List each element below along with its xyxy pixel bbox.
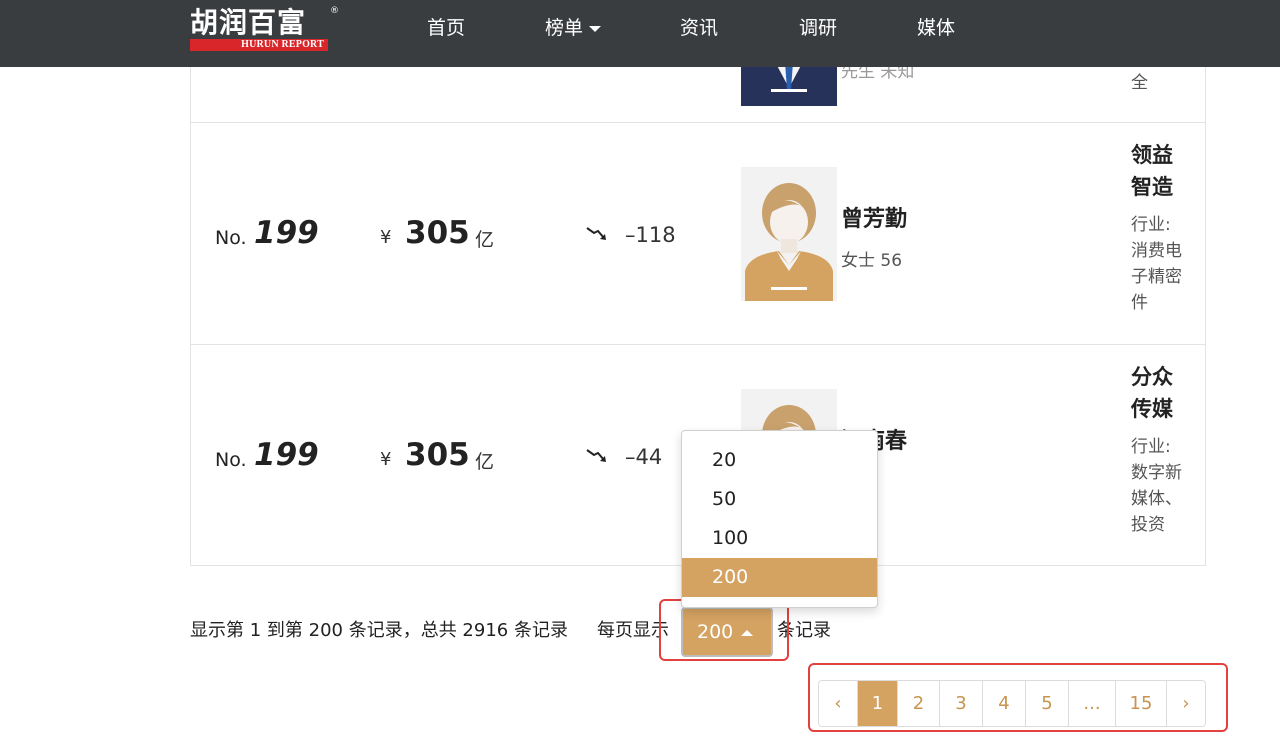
trend-down-icon	[586, 227, 606, 240]
logo-chinese-text: 胡润百富	[190, 6, 307, 39]
table-row[interactable]: 先生 未知 全	[191, 58, 1205, 123]
trend-down-icon	[586, 449, 606, 462]
person-name[interactable]: 曾芳勤	[841, 201, 907, 233]
pagination-page-1[interactable]: 1	[858, 681, 898, 726]
pagination-prev-button[interactable]: ‹	[819, 681, 858, 726]
company-name[interactable]: 分众 传媒	[1131, 361, 1191, 425]
page-size-option-200[interactable]: 200	[682, 558, 877, 597]
top-navbar: 胡润百富 ® HURUN REPORT 首页 榜单 资讯 调研 媒体	[0, 0, 1280, 67]
currency-symbol: ¥	[380, 449, 392, 470]
pagination: ‹ 1 2 3 4 5 ... 15 ›	[818, 680, 1206, 727]
industry-line: 消费电	[1131, 241, 1182, 261]
industry-line: 件	[1131, 293, 1148, 313]
hurun-logo[interactable]: 胡润百富 ® HURUN REPORT	[190, 6, 340, 54]
currency-symbol: ¥	[380, 227, 392, 248]
industry-line: 子精密	[1131, 267, 1182, 287]
wealth-value: 305	[405, 437, 470, 473]
registered-mark: ®	[330, 6, 339, 16]
nav-media[interactable]: 媒体	[917, 16, 955, 40]
industry-line: 媒体、	[1131, 489, 1182, 509]
pagination-ellipsis: ...	[1069, 681, 1116, 726]
industry-text: 行业: 消费电 子精密 件	[1131, 212, 1191, 316]
page-size-option-100[interactable]: 100	[682, 519, 877, 558]
pagination-page-5[interactable]: 5	[1026, 681, 1069, 726]
wealth-value: 305	[405, 215, 470, 251]
female-avatar-image	[741, 167, 837, 301]
rank-number: 199	[254, 437, 319, 473]
nav-news[interactable]: 资讯	[680, 16, 718, 40]
highlight-box-page-size	[659, 599, 789, 661]
pagination-page-4[interactable]: 4	[983, 681, 1026, 726]
pagination-page-15[interactable]: 15	[1116, 681, 1167, 726]
page-size-option-20[interactable]: 20	[682, 441, 877, 480]
rank-prefix: No.	[215, 227, 247, 249]
company-name-line: 分众	[1131, 365, 1173, 389]
industry-line: 行业:	[1131, 437, 1171, 457]
industry-text: 行业: 数字新 媒体、 投资	[1131, 434, 1191, 538]
company-name[interactable]: 领益 智造	[1131, 139, 1191, 203]
company-name-line: 智造	[1131, 175, 1173, 199]
caret-down-icon	[589, 25, 602, 32]
wealth-unit: 亿	[475, 229, 495, 251]
nav-lists-label: 榜单	[545, 17, 584, 39]
avatar[interactable]	[741, 167, 837, 301]
industry-line: 行业:	[1131, 215, 1171, 235]
logo-english-text: HURUN REPORT	[190, 39, 328, 51]
page-size-dropdown-menu: 20 50 100 200	[681, 430, 878, 608]
nav-home[interactable]: 首页	[427, 16, 465, 40]
pagination-page-2[interactable]: 2	[898, 681, 940, 726]
records-summary: 显示第 1 到第 200 条记录，总共 2916 条记录	[190, 620, 568, 641]
industry-text: 全	[1131, 73, 1148, 93]
nav-research[interactable]: 调研	[799, 16, 837, 40]
rank-change: –44	[625, 445, 663, 469]
pagination-next-button[interactable]: ›	[1167, 681, 1205, 726]
nav-lists[interactable]: 榜单	[545, 16, 602, 40]
company-name-line: 传媒	[1131, 397, 1173, 421]
person-gender-age: 女士 56	[841, 251, 903, 271]
industry-line: 投资	[1131, 515, 1165, 535]
rank-number: 199	[254, 215, 319, 251]
pagination-page-3[interactable]: 3	[940, 681, 983, 726]
rank-prefix: No.	[215, 449, 247, 471]
wealth-unit: 亿	[475, 451, 495, 473]
rank-change: –118	[625, 223, 676, 247]
table-row[interactable]: No. 199 ¥ 305 亿 –118 曾芳勤 女士 56 领益 智造 行业:…	[191, 122, 1205, 344]
company-name-line: 领益	[1131, 143, 1173, 167]
page-size-option-50[interactable]: 50	[682, 480, 877, 519]
industry-line: 数字新	[1131, 463, 1182, 483]
